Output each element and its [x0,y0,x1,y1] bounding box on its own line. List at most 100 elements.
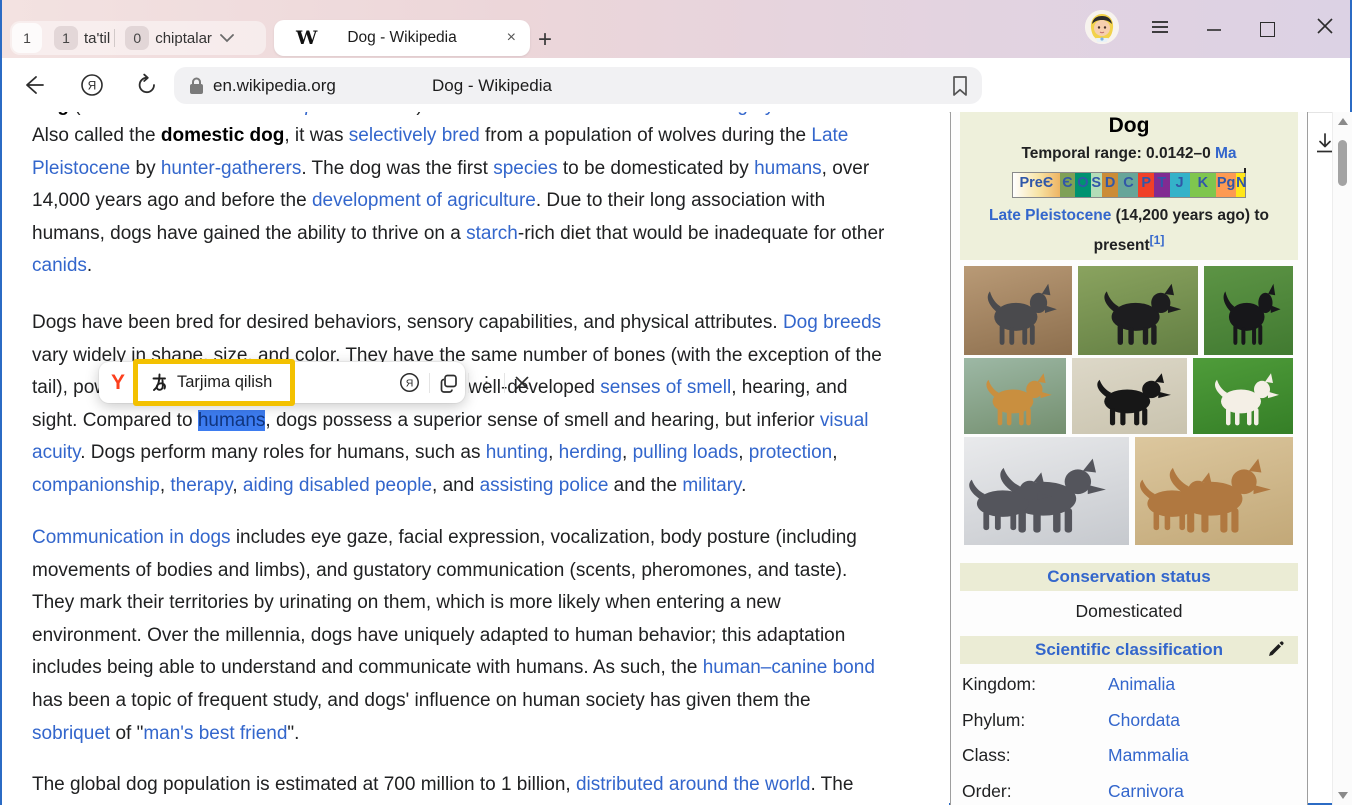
window-titlebar: 1 1 ta'til 0 chiptalar W Dog - Wikipedia… [2,0,1350,58]
chevron-down-icon[interactable] [220,34,234,43]
wiki-link[interactable]: man's best friend [143,723,287,744]
timescale-period-Є[interactable]: Є [1060,173,1076,197]
wiki-link[interactable]: selectively bred [349,125,480,146]
wiki-link[interactable]: military [682,475,741,496]
ma-link[interactable]: Ma [1215,145,1237,162]
article-text-line: 14,000 years ago and before the developm… [32,185,884,218]
scrollbar-thumb[interactable] [1338,140,1347,186]
taxonomy-value-link[interactable]: Mammalia [1108,745,1189,766]
copy-icon[interactable] [439,373,459,393]
tab-groups-chip[interactable]: 1 1 ta'til 0 chiptalar [10,21,266,55]
tab-close-icon[interactable]: × [507,29,516,47]
scientific-classification-header[interactable]: Scientific classification [960,636,1298,664]
wiki-link[interactable]: assisting police [480,475,609,496]
yandex-search-icon[interactable]: Я [80,58,104,112]
dog-photo-japanese-chin-lawn[interactable] [1204,266,1293,355]
timescale-period-P[interactable]: P [1138,173,1154,197]
wiki-link[interactable]: visual [820,410,869,431]
wiki-link[interactable]: senses of smell [600,377,731,398]
dog-photo-jack-russell-grass[interactable] [1193,358,1293,434]
wiki-link[interactable]: hunter-gatherers [161,158,301,179]
dog-photo-dog-nursing-pup-beach[interactable] [1135,437,1293,545]
wiki-link[interactable]: humans [754,158,822,179]
timescale-period-J[interactable]: J [1170,173,1190,197]
wiki-link[interactable]: distributed around the world [576,774,810,795]
search-in-yandex-icon[interactable]: Я [399,372,420,393]
group-1-label[interactable]: ta'til [84,30,110,47]
wiki-link[interactable]: Dog breeds [783,312,881,333]
timescale-period-C[interactable]: C [1118,173,1138,197]
taxonomy-value-link[interactable]: Chordata [1108,710,1180,731]
conservation-status-header[interactable]: Conservation status [960,563,1298,591]
minimize-icon[interactable] [1205,12,1223,36]
wiki-link[interactable]: canids [32,255,87,276]
article-text-line: sight. Compared to humans, dogs possess … [32,405,882,438]
taxonomy-value-link[interactable]: Carnivora [1108,781,1184,802]
dog-photo-mudi-dog-running-dirt[interactable] [964,266,1072,355]
dog-photo-sled-dogs-snow[interactable] [964,437,1129,545]
taxonomy-row: Phylum:Chordata [962,710,1298,731]
new-tab-button[interactable]: + [538,26,552,54]
scroll-down-icon[interactable] [1338,792,1348,799]
group-2-count: 0 [125,26,149,50]
wiki-link[interactable]: Late [811,125,848,146]
hiragana-a-icon [150,373,169,392]
dog-photo-golden-retriever-water[interactable] [964,358,1066,434]
article-text-line: companionship, therapy, aiding disabled … [32,470,882,503]
wiki-link[interactable]: aiding disabled people [243,475,432,496]
url-domain[interactable]: en.wikipedia.org [213,76,336,96]
popup-translate-button-highlighted[interactable]: Tarjima qilish [133,359,295,406]
wiki-link[interactable]: protection [749,442,832,463]
timescale-period-K[interactable]: K [1190,173,1217,197]
profile-avatar[interactable] [1085,10,1119,44]
address-bar[interactable]: en.wikipedia.org Dog - Wikipedia [174,67,982,104]
present-tick [1244,168,1246,173]
wiki-link[interactable]: Canis lupus familiaris [237,112,417,116]
group-2-label[interactable]: chiptalar [155,30,212,47]
wiki-link[interactable]: Pleistocene [32,158,130,179]
popup-close-icon[interactable] [514,375,530,391]
timescale-period-O[interactable]: O [1075,173,1091,197]
maximize-icon[interactable] [1260,22,1275,37]
window-close-icon[interactable] [1315,14,1335,38]
wiki-link[interactable]: pulling loads [633,442,739,463]
wiki-link[interactable]: [1] [1150,233,1165,247]
timescale-period-PreЄ[interactable]: PreЄ [1013,173,1060,197]
timescale-period-Pg[interactable]: Pg [1216,173,1236,197]
wiki-link[interactable]: Canis familiaris [81,112,210,116]
wiki-link[interactable]: herding [559,442,622,463]
timescale-period-D[interactable]: D [1102,173,1119,197]
wiki-link[interactable]: companionship [32,475,160,496]
wiki-link[interactable]: hunting [486,442,548,463]
wiki-link[interactable]: gray wolf [737,112,813,116]
popup-more-icon[interactable]: ⋮ [478,380,495,385]
wiki-link[interactable]: development of agriculture [312,190,536,211]
tab-counter-badge[interactable]: 1 [12,23,42,53]
timescale-period-N[interactable]: N [1236,173,1245,197]
edit-pencil-icon[interactable] [1267,641,1284,658]
tab-dog-wikipedia[interactable]: W Dog - Wikipedia × [274,20,530,56]
wiki-link[interactable]: species [493,158,557,179]
timescale-period-T[interactable]: T [1154,173,1170,197]
wiki-link[interactable]: human–canine bond [703,657,875,678]
timescale-period-S[interactable]: S [1091,173,1102,197]
dog-photo-dog-standing-grass[interactable] [1078,266,1198,355]
page-scrollbar[interactable] [1332,112,1352,805]
scroll-up-icon[interactable] [1338,118,1348,125]
selected-text-humans[interactable]: humans [198,410,266,431]
back-icon[interactable] [22,58,44,112]
wiki-link[interactable]: acuity [32,442,80,463]
wiki-link[interactable]: Late Pleistocene [989,207,1111,224]
wiki-link[interactable]: starch [466,223,518,244]
group-divider [114,29,115,47]
taxonomy-value-link[interactable]: Animalia [1108,674,1175,695]
dog-photo-black-labrador-snow[interactable] [1072,358,1187,434]
menu-icon[interactable] [1149,16,1171,38]
lock-icon[interactable] [188,76,205,96]
reload-icon[interactable] [135,58,159,112]
wiki-link[interactable]: therapy [170,475,232,496]
geologic-timescale-bar[interactable]: PreЄЄOSDCPTJKPgN [1012,172,1246,198]
wiki-link[interactable]: sobriquet [32,723,110,744]
wiki-link[interactable]: Communication in dogs [32,527,231,548]
bookmark-icon[interactable] [950,75,970,97]
